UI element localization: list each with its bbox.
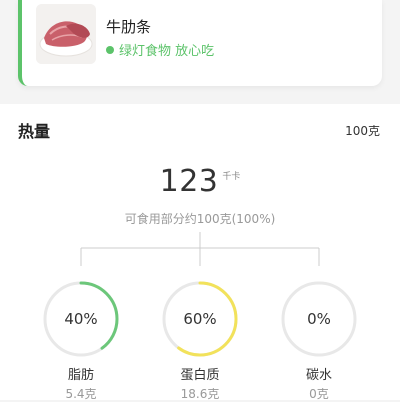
macro-carbs: 0% 碳水 0克 <box>279 280 359 402</box>
fat-amount: 5.4克 <box>65 387 97 401</box>
green-dot-icon <box>106 45 114 54</box>
macro-protein: 60% 蛋白质 18.6克 <box>160 280 240 402</box>
energy-title: 热量 <box>18 122 51 141</box>
protein-amount: 18.6克 <box>180 387 220 401</box>
food-name: 牛肋条 <box>106 18 152 36</box>
carbs-label: 碳水 <box>305 368 332 383</box>
edible-portion-note: 可食用部分约100克(100%) <box>124 212 276 226</box>
food-status-tag: 绿灯食物 放心吃 <box>106 40 214 59</box>
fat-label: 脂肪 <box>67 368 94 383</box>
macro-fat: 40% 脂肪 5.4克 <box>41 280 121 402</box>
energy-basis: 100克 <box>345 124 380 138</box>
calorie-unit: 千卡 <box>222 172 241 182</box>
nutrition-panel: 热量 100克 123 千卡 可食用部分约100克(100%) 40% 脂肪 5.… <box>0 104 400 402</box>
food-status-text: 绿灯食物 放心吃 <box>119 44 215 59</box>
carbs-percent: 0% <box>307 310 331 328</box>
protein-ring: 60% <box>161 280 239 358</box>
food-card[interactable]: 牛肋条 绿灯食物 放心吃 <box>18 0 382 86</box>
protein-label: 蛋白质 <box>180 368 220 383</box>
calorie-display: 123 千卡 <box>0 164 400 200</box>
fat-ring: 40% <box>42 280 120 358</box>
carbs-amount: 0克 <box>309 387 329 401</box>
protein-percent: 60% <box>183 310 217 328</box>
calorie-value: 123 <box>159 164 219 199</box>
breakdown-connector <box>80 232 320 266</box>
beef-rib-photo-icon <box>36 4 96 64</box>
food-image <box>36 4 96 64</box>
carbs-ring: 0% <box>280 280 358 358</box>
fat-percent: 40% <box>64 310 98 328</box>
